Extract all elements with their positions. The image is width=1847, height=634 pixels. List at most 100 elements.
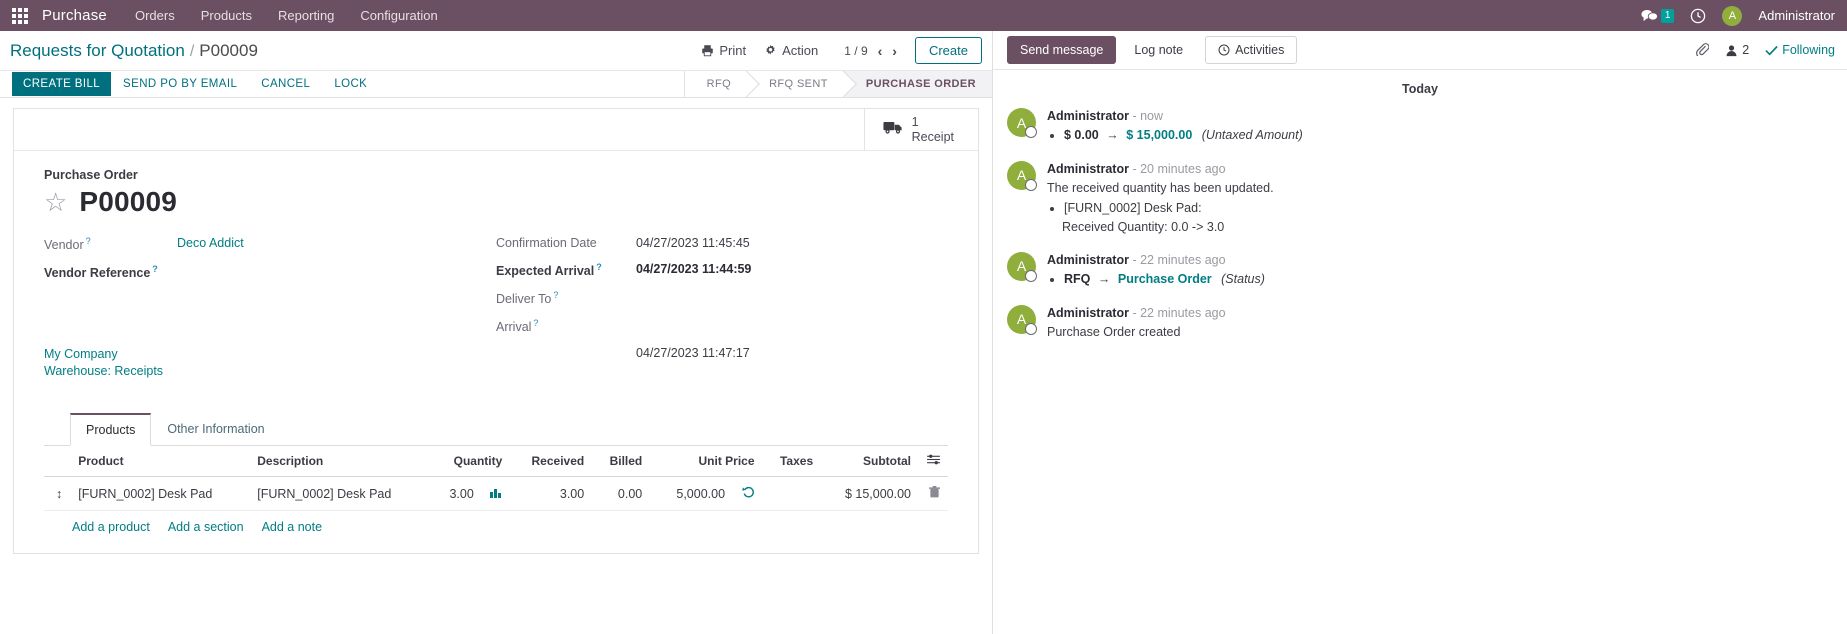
chatter-toolbar: Send message Log note Activities 2 Follo…	[993, 31, 1847, 70]
receipt-label: Receipt	[911, 129, 954, 144]
apps-grid-icon[interactable]	[12, 7, 28, 24]
cell-quantity[interactable]: 3.00	[428, 476, 511, 512]
tracking-field-name: (Status)	[1221, 271, 1265, 286]
activities-label: Activities	[1235, 43, 1285, 57]
statusbar-buttons: CREATE BILL SEND PO BY EMAIL CANCEL LOCK	[0, 71, 379, 97]
stage-purchase-order[interactable]: PURCHASE ORDER	[843, 71, 992, 97]
print-button[interactable]: Print	[701, 43, 746, 58]
app-brand-purchase[interactable]: Purchase	[42, 7, 107, 24]
send-message-button[interactable]: Send message	[1007, 36, 1117, 64]
col-billed[interactable]: Billed	[592, 446, 651, 478]
create-button[interactable]: Create	[914, 37, 982, 64]
sheet-body: Purchase Order ☆ P00009 Vendor? Deco Add…	[14, 151, 978, 553]
menu-reporting[interactable]: Reporting	[278, 8, 334, 23]
messages-menu[interactable]: 1	[1641, 8, 1675, 23]
col-product[interactable]: Product	[70, 446, 250, 478]
form-column-left: Vendor? Deco Addict Vendor Reference? My…	[44, 236, 496, 398]
chevron-right-icon[interactable]: ›	[892, 43, 897, 59]
forecast-chart-icon[interactable]	[490, 486, 502, 501]
log-note-button[interactable]: Log note	[1122, 36, 1195, 64]
stage-rfq-sent[interactable]: RFQ SENT	[747, 71, 844, 97]
help-icon[interactable]: ?	[553, 290, 558, 300]
chatter-pane: Send message Log note Activities 2 Follo…	[993, 31, 1847, 634]
tracking-field-name: (Untaxed Amount)	[1201, 128, 1303, 142]
statusbar: CREATE BILL SEND PO BY EMAIL CANCEL LOCK…	[0, 70, 992, 98]
help-icon[interactable]: ?	[596, 262, 602, 272]
menu-products[interactable]: Products	[201, 8, 252, 23]
col-unit-price[interactable]: Unit Price	[650, 446, 763, 478]
form-fields: Vendor? Deco Addict Vendor Reference? My…	[44, 236, 948, 398]
message-author[interactable]: Administrator	[1047, 306, 1129, 320]
breadcrumb-current: P00009	[199, 40, 258, 60]
notebook-tabs: Products Other Information	[44, 412, 948, 447]
activities-button[interactable]: Activities	[1205, 36, 1298, 64]
help-icon[interactable]: ?	[533, 318, 538, 328]
star-icon[interactable]: ☆	[44, 189, 67, 215]
message-time: - now	[1132, 109, 1164, 123]
paperclip-icon[interactable]	[1695, 42, 1710, 59]
pager: 1 / 9 ‹ ›	[844, 43, 897, 59]
bullet-item: [FURN_0002] Desk Pad:	[1064, 199, 1274, 218]
field-arrival-date: 04/27/2023 11:47:17	[496, 346, 948, 360]
menu-orders[interactable]: Orders	[135, 8, 175, 23]
page-title: P00009	[79, 186, 178, 217]
col-received[interactable]: Received	[510, 446, 593, 478]
field-confirmation-date-label: Confirmation Date	[496, 236, 597, 250]
trash-icon	[929, 486, 940, 501]
optional-columns-toggle[interactable]	[919, 446, 948, 478]
cancel-button[interactable]: CANCEL	[249, 72, 322, 96]
action-button[interactable]: Action	[764, 43, 818, 58]
table-row[interactable]: ↕ [FURN_0002] Desk Pad [FURN_0002] Desk …	[44, 476, 948, 512]
history-undo-icon[interactable]	[741, 486, 755, 501]
warehouse-receipts-link[interactable]: My Company Warehouse: Receipts	[44, 346, 177, 380]
drag-handle-icon[interactable]: ↕	[44, 476, 71, 512]
avatar[interactable]: A	[1722, 5, 1743, 26]
user-menu[interactable]: Administrator	[1758, 8, 1835, 23]
avatar[interactable]: A	[1007, 304, 1037, 335]
field-vendor-value[interactable]: Deco Addict	[177, 236, 244, 250]
tab-products[interactable]: Products	[70, 413, 152, 447]
avatar[interactable]: A	[1007, 160, 1037, 191]
add-a-product-link[interactable]: Add a product	[72, 520, 150, 534]
pager-value[interactable]: 1 / 9	[844, 44, 867, 58]
gear-icon	[766, 44, 775, 55]
create-bill-button[interactable]: CREATE BILL	[12, 72, 112, 96]
message-author[interactable]: Administrator	[1047, 162, 1129, 176]
menu-configuration[interactable]: Configuration	[360, 8, 437, 23]
user-icon	[1726, 44, 1737, 56]
help-icon[interactable]: ?	[86, 236, 91, 246]
help-icon[interactable]: ?	[152, 264, 158, 274]
clock-icon[interactable]	[1690, 8, 1706, 24]
field-vendor-reference-label: Vendor Reference?	[44, 264, 158, 281]
cell-billed[interactable]: 0.00	[592, 476, 651, 512]
message-author[interactable]: Administrator	[1047, 109, 1129, 123]
avatar[interactable]: A	[1007, 251, 1037, 282]
field-expected-arrival-value[interactable]: 04/27/2023 11:44:59	[636, 262, 751, 276]
add-a-note-link[interactable]: Add a note	[262, 520, 322, 534]
col-taxes[interactable]: Taxes	[762, 446, 822, 478]
field-confirmation-date: Confirmation Date 04/27/2023 11:45:45	[496, 236, 948, 250]
col-subtotal[interactable]: Subtotal	[821, 446, 919, 478]
avatar[interactable]: A	[1007, 108, 1037, 138]
following-button[interactable]: Following	[1765, 43, 1835, 57]
send-po-by-email-button[interactable]: SEND PO BY EMAIL	[111, 72, 249, 96]
chevron-left-icon[interactable]: ‹	[878, 43, 883, 59]
col-description[interactable]: Description	[249, 446, 429, 478]
lock-button[interactable]: LOCK	[322, 72, 379, 96]
page-body: Requests for Quotation / P00009 Print Ac…	[0, 31, 1847, 634]
cell-taxes[interactable]	[762, 476, 822, 512]
add-a-section-link[interactable]: Add a section	[168, 520, 244, 534]
tab-other-information[interactable]: Other Information	[151, 413, 280, 446]
followers-button[interactable]: 2	[1725, 43, 1749, 57]
cell-product[interactable]: [FURN_0002] Desk Pad	[70, 476, 250, 512]
field-arrival-label: Arrival?	[496, 318, 539, 335]
receipt-smart-button[interactable]: 1 Receipt	[863, 109, 978, 150]
stage-rfq[interactable]: RFQ	[684, 71, 748, 97]
cell-unit-price[interactable]: 5,000.00	[650, 476, 763, 512]
breadcrumb-root[interactable]: Requests for Quotation	[10, 41, 185, 61]
message-author[interactable]: Administrator	[1047, 253, 1129, 267]
cell-description[interactable]: [FURN_0002] Desk Pad	[249, 476, 429, 512]
cell-received[interactable]: 3.00	[510, 476, 593, 512]
col-quantity[interactable]: Quantity	[428, 446, 511, 478]
delete-line-button[interactable]	[919, 476, 948, 512]
